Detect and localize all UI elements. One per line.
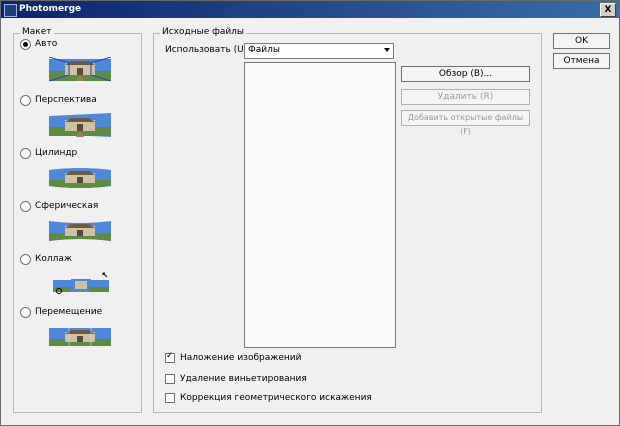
blend-images-checkbox[interactable] <box>165 351 175 363</box>
cancel-button[interactable]: Отмена <box>553 53 610 69</box>
ok-button[interactable]: OK <box>553 33 610 49</box>
perspective-radio[interactable] <box>20 94 31 106</box>
layout-option-reposition[interactable]: Перемещение <box>20 306 102 318</box>
distortion-correction-option[interactable]: Коррекция геометрического искажения <box>165 392 372 404</box>
auto-thumbnail <box>49 57 111 81</box>
title-bar[interactable]: Photomerge X <box>1 1 619 18</box>
spherical-thumbnail <box>49 221 111 241</box>
add-open-files-button[interactable]: Добавить открытые файлы (F) <box>401 110 530 136</box>
cylinder-label: Цилиндр <box>35 148 78 158</box>
spherical-label: Сферическая <box>35 201 99 211</box>
file-list[interactable] <box>244 62 396 348</box>
auto-label: Авто <box>35 39 58 49</box>
layout-option-auto[interactable]: Авто <box>20 38 57 50</box>
vignette-removal-option[interactable]: Удаление виньетирования <box>165 373 307 385</box>
reposition-label: Перемещение <box>35 307 103 317</box>
cylinder-thumbnail <box>49 168 111 188</box>
distortion-correction-checkbox[interactable] <box>165 393 175 403</box>
use-label: Использовать (U): <box>165 45 251 55</box>
collage-thumbnail <box>53 272 109 294</box>
vignette-removal-checkbox[interactable] <box>165 374 175 384</box>
use-select-value: Файлы <box>248 45 280 55</box>
perspective-thumbnail <box>49 113 111 137</box>
reposition-radio[interactable] <box>20 306 31 318</box>
layout-option-collage[interactable]: Коллаж <box>20 253 72 265</box>
blend-images-label: Наложение изображений <box>180 353 302 363</box>
cylinder-radio[interactable] <box>20 147 31 159</box>
photoshop-icon <box>4 4 17 17</box>
distortion-correction-label: Коррекция геометрического искажения <box>180 393 372 403</box>
source-files-legend: Исходные файлы <box>160 27 247 37</box>
close-button[interactable]: X <box>600 3 616 17</box>
remove-button[interactable]: Удалить (R) <box>401 89 530 105</box>
browse-button[interactable]: Обзор (B)... <box>401 66 530 82</box>
layout-option-perspective[interactable]: Перспектива <box>20 94 97 106</box>
blend-images-option[interactable]: Наложение изображений <box>165 351 302 364</box>
layout-option-spherical[interactable]: Сферическая <box>20 200 98 212</box>
auto-radio[interactable] <box>20 38 31 50</box>
perspective-label: Перспектива <box>35 95 97 105</box>
photomerge-dialog: Photomerge X Макет Авто Перспектива Цили… <box>0 0 620 426</box>
reposition-thumbnail <box>49 328 111 346</box>
window-title: Photomerge <box>19 4 82 14</box>
layout-group: Макет Авто Перспектива Цилиндр Сферическ… <box>13 27 142 413</box>
collage-radio[interactable] <box>20 253 31 265</box>
layout-option-cylinder[interactable]: Цилиндр <box>20 147 77 159</box>
use-select[interactable]: Файлы <box>244 43 394 59</box>
layout-legend: Макет <box>20 27 54 37</box>
spherical-radio[interactable] <box>20 200 31 212</box>
collage-label: Коллаж <box>35 254 73 264</box>
vignette-removal-label: Удаление виньетирования <box>180 374 307 384</box>
chevron-down-icon <box>384 48 390 52</box>
